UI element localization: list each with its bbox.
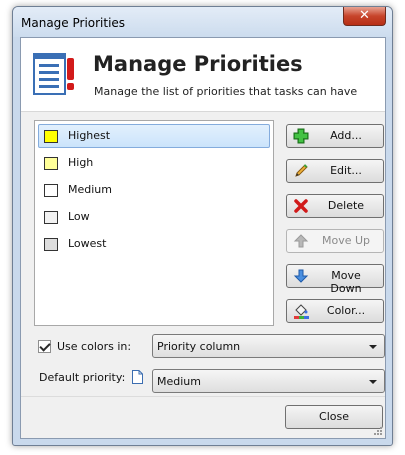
use-colors-dropdown-value: Priority column: [157, 340, 241, 353]
chevron-down-icon: [369, 345, 377, 349]
add-button-label: Add...: [330, 129, 362, 142]
use-colors-checkbox[interactable]: [38, 340, 51, 353]
priority-color-swatch: [44, 184, 58, 197]
page-subtitle: Manage the list of priorities that tasks…: [94, 85, 358, 98]
priority-label: Highest: [68, 129, 111, 142]
default-priority-dropdown[interactable]: Medium: [152, 369, 385, 393]
priority-color-swatch: [44, 157, 58, 170]
priority-color-swatch: [44, 238, 58, 251]
delete-button[interactable]: Delete: [286, 194, 384, 218]
manage-priorities-window: Manage Priorities ✕ Manage Priorities Ma…: [12, 6, 393, 446]
move-up-button-label: Move Up: [321, 234, 371, 247]
priority-label: Medium: [68, 183, 112, 196]
priority-label: Lowest: [68, 237, 107, 250]
move-down-button[interactable]: Move Down: [286, 264, 384, 295]
use-colors-label: Use colors in:: [57, 340, 132, 353]
priority-label: Low: [68, 210, 90, 223]
move-up-button[interactable]: Move Up: [286, 229, 384, 253]
page-title: Manage Priorities: [93, 52, 303, 76]
priority-item-lowest[interactable]: Lowest: [38, 232, 270, 256]
chevron-down-icon: [369, 380, 377, 384]
arrow-down-icon: [293, 269, 309, 283]
priority-list-icon: [33, 53, 74, 95]
delete-button-label: Delete: [327, 199, 365, 212]
priority-item-low[interactable]: Low: [38, 205, 270, 229]
pencil-icon: [295, 164, 308, 177]
red-x-icon: [294, 199, 308, 213]
document-icon: [132, 370, 143, 384]
window-title: Manage Priorities: [21, 16, 126, 30]
resize-grip-icon[interactable]: [373, 426, 383, 436]
dialog-client-area: Manage Priorities Manage the list of pri…: [20, 37, 386, 439]
priority-item-high[interactable]: High: [38, 151, 270, 175]
priority-item-medium[interactable]: Medium: [38, 178, 270, 202]
arrow-up-icon: [293, 234, 309, 248]
default-priority-label: Default priority:: [39, 371, 126, 384]
move-down-button-label: Move Down: [330, 269, 362, 295]
priority-color-swatch: [44, 130, 58, 143]
priority-color-swatch: [44, 211, 58, 224]
color-button[interactable]: Color...: [286, 299, 384, 323]
edit-button-label: Edit...: [330, 164, 362, 177]
color-button-label: Color...: [326, 304, 366, 317]
priority-item-highest[interactable]: Highest: [38, 124, 270, 148]
add-button[interactable]: Add...: [286, 124, 384, 148]
priority-list[interactable]: Highest High Medium Low Lowest: [34, 120, 274, 326]
window-close-button[interactable]: ✕: [343, 7, 386, 26]
default-priority-dropdown-value: Medium: [157, 375, 201, 388]
edit-button[interactable]: Edit...: [286, 159, 384, 183]
title-bar[interactable]: Manage Priorities ✕: [13, 7, 392, 37]
plus-icon: [293, 128, 309, 144]
close-button[interactable]: Close: [285, 405, 383, 429]
priority-label: High: [68, 156, 94, 169]
use-colors-dropdown[interactable]: Priority column: [152, 334, 385, 358]
paint-bucket-icon: [294, 304, 309, 319]
dialog-header: Manage Priorities Manage the list of pri…: [21, 38, 385, 112]
